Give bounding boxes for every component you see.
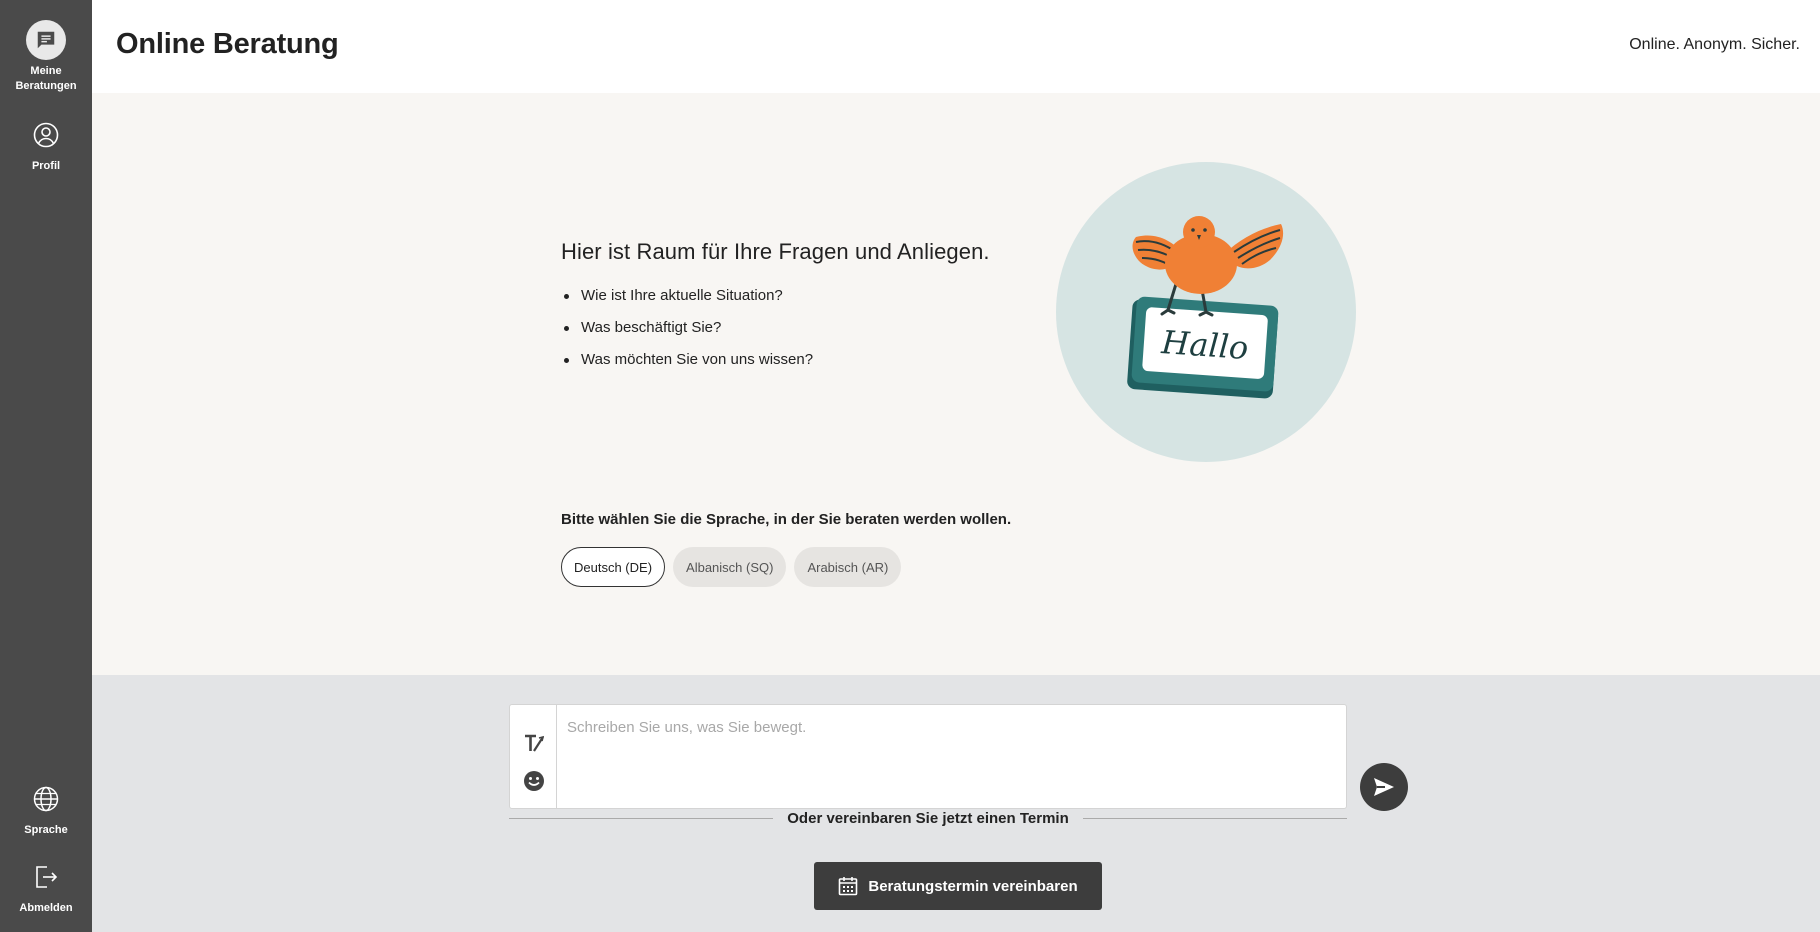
appointment-divider: Oder vereinbaren Sie jetzt einen Termin: [509, 808, 1348, 828]
user-circle-icon: [26, 115, 66, 155]
language-option-de[interactable]: Deutsch (DE): [561, 547, 666, 587]
divider-line: [509, 817, 774, 819]
sidebar-item-profil[interactable]: Profil: [0, 115, 92, 174]
sign-text: Hallo: [1159, 323, 1249, 367]
text-format-icon[interactable]: [523, 732, 545, 754]
send-button[interactable]: [1360, 763, 1408, 811]
globe-icon: [26, 779, 66, 819]
appointment-button-label: Beratungstermin vereinbaren: [868, 877, 1078, 895]
welcome-title: Hier ist Raum für Ihre Fragen und Anlieg…: [561, 239, 990, 264]
emoji-icon[interactable]: [523, 770, 545, 792]
question-list: Wie ist Ihre aktuelle Situation? Was bes…: [561, 286, 813, 382]
language-options: Deutsch (DE) Albanisch (SQ) Arabisch (AR…: [561, 547, 902, 587]
calendar-icon: [839, 877, 858, 896]
sidebar: Meine Beratungen Profil Sprache Abmelden: [0, 0, 92, 932]
language-option-ar[interactable]: Arabisch (AR): [794, 547, 902, 587]
sidebar-item-label: Abmelden: [19, 902, 73, 914]
composer-toolbar: [510, 705, 557, 808]
sidebar-item-label: Sprache: [24, 824, 68, 836]
composer-area: Oder vereinbaren Sie jetzt einen Termin …: [92, 675, 1820, 932]
chat-bubble-icon: [26, 20, 66, 60]
message-composer: [509, 704, 1347, 809]
sidebar-item-sprache[interactable]: Sprache: [0, 779, 92, 838]
sidebar-item-meine-beratungen[interactable]: Meine Beratungen: [0, 20, 92, 94]
list-item: Was möchten Sie von uns wissen?: [561, 350, 813, 382]
sidebar-item-label: Meine Beratungen: [15, 65, 77, 92]
sidebar-item-abmelden[interactable]: Abmelden: [0, 857, 92, 916]
divider-line: [1082, 817, 1348, 819]
list-item: Was beschäftigt Sie?: [561, 318, 813, 350]
page-title: Online Beratung: [116, 28, 339, 60]
sidebar-item-label: Profil: [31, 160, 61, 172]
tagline: Online. Anonym. Sicher.: [1629, 36, 1800, 53]
list-item: Wie ist Ihre aktuelle Situation?: [561, 286, 813, 318]
language-prompt: Bitte wählen Sie die Sprache, in der Sie…: [561, 511, 1012, 528]
bird-hallo-illustration: Hallo: [1056, 162, 1356, 462]
welcome-section: Hier ist Raum für Ihre Fragen und Anlieg…: [92, 93, 1820, 675]
divider-text: Oder vereinbaren Sie jetzt einen Termin: [787, 809, 1069, 827]
message-input[interactable]: [558, 705, 1346, 808]
header: Online Beratung Online. Anonym. Sicher.: [92, 0, 1820, 93]
language-option-sq[interactable]: Albanisch (SQ): [673, 547, 787, 587]
send-icon: [1374, 778, 1394, 796]
appointment-button[interactable]: Beratungstermin vereinbaren: [814, 862, 1102, 910]
logout-icon: [26, 857, 66, 897]
